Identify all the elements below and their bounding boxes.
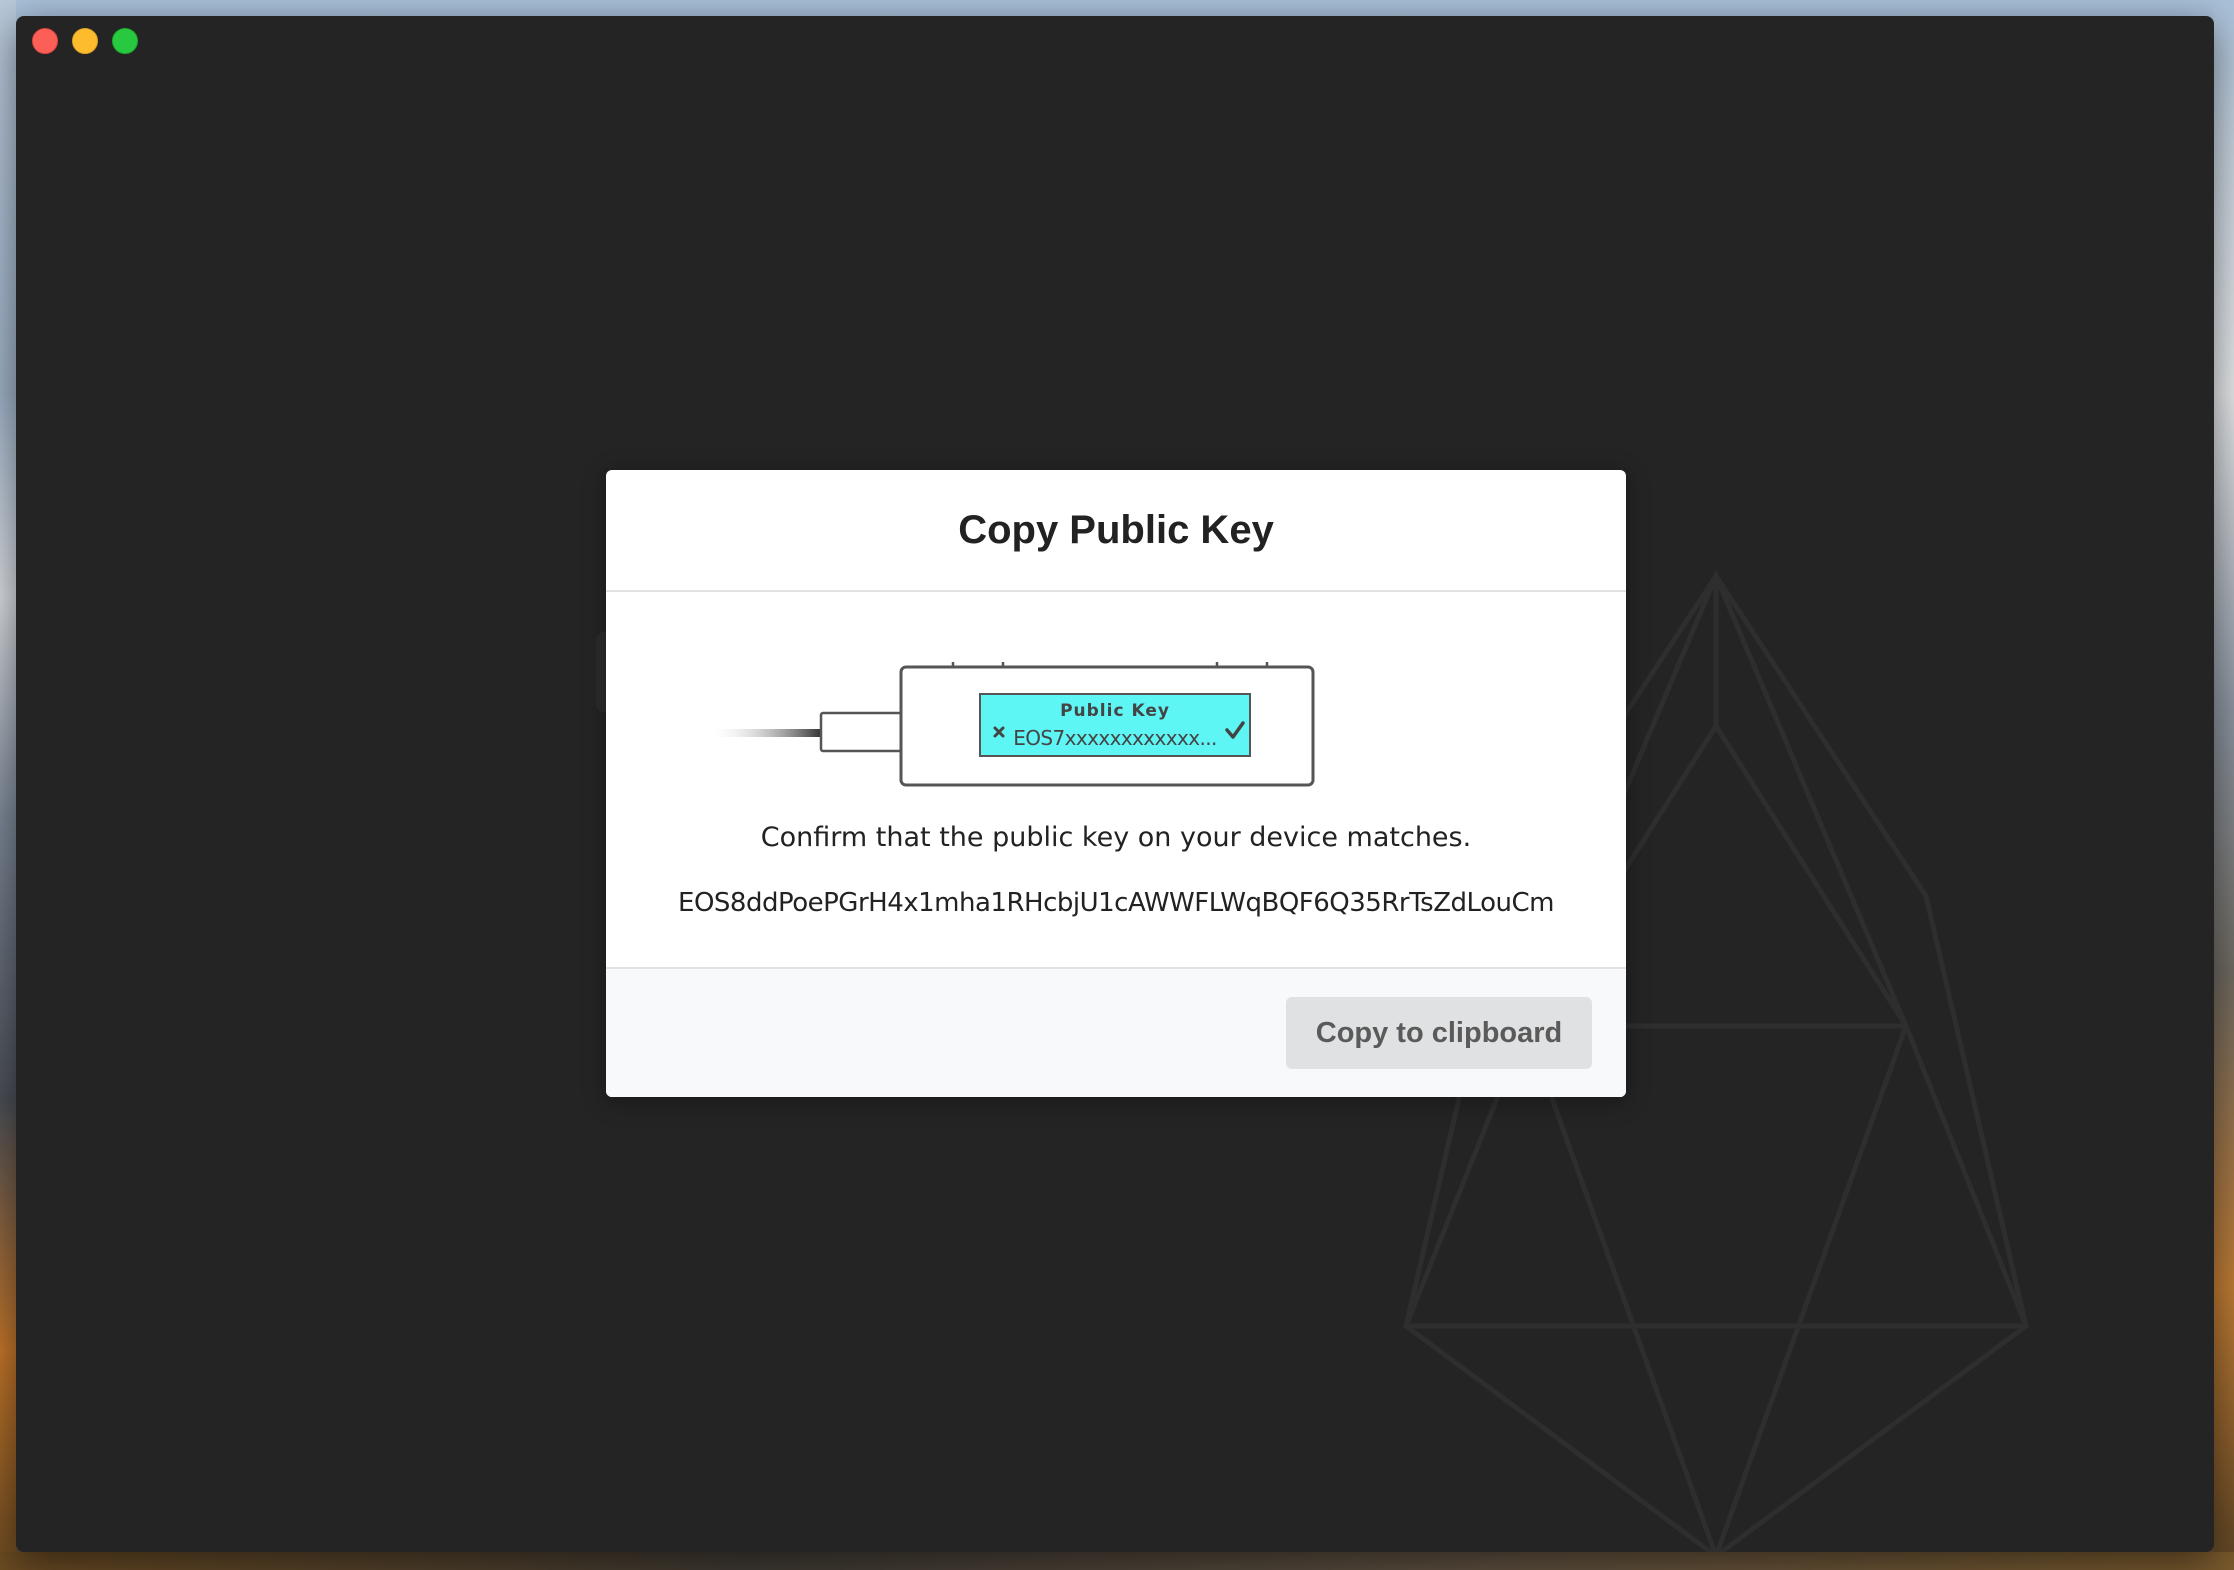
usb-connector [819, 711, 903, 753]
copy-public-key-modal: Copy Public Key Public Key EOS7xxxxxxxxx… [606, 470, 1626, 1097]
window-minimize-button[interactable] [72, 28, 98, 54]
desktop-wallpaper-right [2214, 0, 2234, 1570]
desktop-wallpaper-left [0, 0, 16, 1570]
public-key-value[interactable]: EOS8ddPoePGrH4x1mha1RHcbjU1cAWWFLWqBQF6Q… [606, 888, 1626, 918]
copy-to-clipboard-button[interactable]: Copy to clipboard [1286, 997, 1592, 1069]
device-screen-title: Public Key [1060, 701, 1170, 721]
modal-body: Public Key EOS7xxxxxxxxxxxx... Confirm t… [606, 592, 1626, 967]
app-window: Copy Public Key Public Key EOS7xxxxxxxxx… [16, 16, 2214, 1552]
window-close-button[interactable] [32, 28, 58, 54]
confirm-instruction-text: Confirm that the public key on your devi… [760, 822, 1472, 853]
modal-footer: Copy to clipboard [606, 967, 1626, 1097]
desktop-background: Copy Public Key Public Key EOS7xxxxxxxxx… [0, 0, 2234, 1570]
desktop-wallpaper-bottom [0, 1552, 2234, 1570]
modal-title: Copy Public Key [958, 507, 1274, 552]
usb-cable [706, 729, 821, 737]
device-screen-value: EOS7xxxxxxxxxxxx... [1013, 726, 1217, 750]
hardware-wallet-device-icon: Public Key EOS7xxxxxxxxxxxx... [706, 662, 1315, 787]
modal-header: Copy Public Key [606, 470, 1626, 592]
window-zoom-button[interactable] [112, 28, 138, 54]
